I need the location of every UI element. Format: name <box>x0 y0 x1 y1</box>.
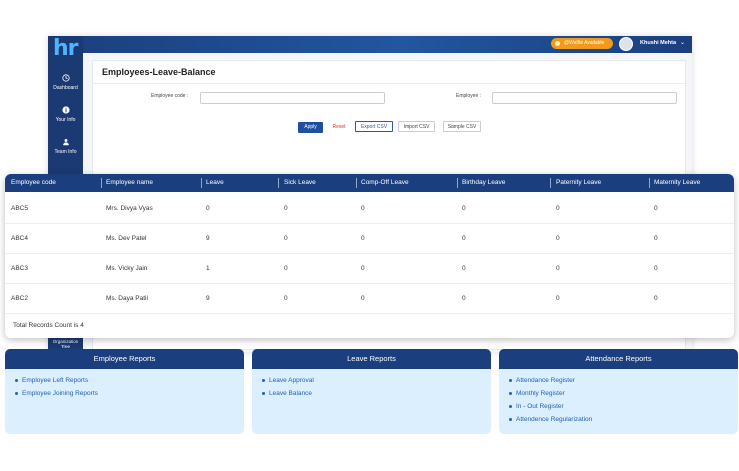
column-header-leave[interactable]: Leave <box>206 174 224 192</box>
table-row: ABC5 Mrs. Divya Vyas 0 0 0 0 0 0 <box>5 194 734 224</box>
employee-label: Employee : <box>456 93 482 99</box>
cell-paternity-leave: 0 <box>556 205 560 212</box>
column-header-employee-name[interactable]: Employee name <box>106 174 153 192</box>
cell-leave: 0 <box>206 205 210 212</box>
panel-title: Leave Reports <box>252 349 491 369</box>
cell-employee-name: Ms. Dev Patel <box>106 235 147 242</box>
cell-birthday-leave: 0 <box>462 265 466 272</box>
cell-comp-off-leave: 0 <box>361 295 365 302</box>
sample-csv-button[interactable]: Sample CSV <box>443 121 481 132</box>
sidebar-item-team-info[interactable]: Team Info <box>48 138 83 155</box>
cell-maternity-leave: 0 <box>654 295 658 302</box>
report-link-in-out-register[interactable]: In - Out Register <box>509 403 564 410</box>
column-header-paternity-leave[interactable]: Paternity Leave <box>556 174 601 192</box>
employee-select[interactable] <box>492 92 677 104</box>
avatar[interactable] <box>619 37 633 51</box>
leave-reports-panel: Leave Reports Leave Approval Leave Balan… <box>252 349 491 434</box>
clock-icon <box>61 74 70 82</box>
cell-employee-name: Ms. Vicky Jain <box>106 265 148 272</box>
cell-sick-leave: 0 <box>284 265 288 272</box>
cell-sick-leave: 0 <box>284 295 288 302</box>
cell-comp-off-leave: 0 <box>361 205 365 212</box>
chevron-down-icon[interactable]: ⌄ <box>680 39 685 46</box>
user-name[interactable]: Khushi Mehta <box>640 40 676 46</box>
cell-employee-name: Ms. Daya Patil <box>106 295 148 302</box>
total-records-count: Total Records Count is 4 <box>13 322 84 329</box>
divider <box>93 83 687 84</box>
column-header-maternity-leave[interactable]: Maternity Leave <box>654 174 700 192</box>
apply-button[interactable]: Apply <box>298 122 323 133</box>
column-header-sick-leave[interactable]: Sick Leave <box>284 174 316 192</box>
cell-birthday-leave: 0 <box>462 205 466 212</box>
cell-employee-code: ABC3 <box>11 265 28 272</box>
report-link-employee-left[interactable]: Employee Left Reports <box>14 377 88 384</box>
employee-code-input[interactable] <box>200 92 385 104</box>
panel-title: Employee Reports <box>5 349 244 369</box>
employee-code-label: Employee code : <box>151 93 189 99</box>
report-link-employee-joining[interactable]: Employee Joining Reports <box>15 390 98 397</box>
cell-leave: 9 <box>206 235 210 242</box>
cell-maternity-leave: 0 <box>654 205 658 212</box>
panel-title: Attendance Reports <box>499 349 738 369</box>
sidebar-item-label: Your Info <box>55 117 76 123</box>
report-link-leave-approval[interactable]: Leave Approval <box>262 377 314 384</box>
reset-button[interactable]: Reset <box>327 122 351 133</box>
cell-employee-name: Mrs. Divya Vyas <box>106 205 153 212</box>
waffle-badge[interactable]: @Waffle Available <box>551 38 613 49</box>
team-icon <box>62 138 69 146</box>
cell-sick-leave: 0 <box>284 205 288 212</box>
column-header-employee-code[interactable]: Employee code <box>11 174 56 192</box>
coin-icon <box>555 41 560 46</box>
sidebar-item-label: Dashboard <box>53 85 78 91</box>
import-csv-button[interactable]: Import CSV <box>398 121 435 132</box>
table-row: ABC2 Ms. Daya Patil 9 0 0 0 0 0 <box>5 284 734 314</box>
employee-reports-panel: Employee Reports Employee Left Reports E… <box>5 349 244 434</box>
cell-birthday-leave: 0 <box>462 235 466 242</box>
app-logo: hr <box>53 36 78 61</box>
attendance-reports-panel: Attendance Reports Attendance Register M… <box>499 349 738 434</box>
info-icon <box>61 106 70 114</box>
cell-employee-code: ABC5 <box>11 205 28 212</box>
cell-maternity-leave: 0 <box>654 265 658 272</box>
table-header: Employee code Employee name Leave Sick L… <box>5 174 734 192</box>
cell-leave: 9 <box>206 295 210 302</box>
cell-sick-leave: 0 <box>284 235 288 242</box>
cell-maternity-leave: 0 <box>654 235 658 242</box>
page-title: Employees-Leave-Balance <box>102 67 216 77</box>
table-row: ABC3 Ms. Vicky Jain 1 0 0 0 0 0 <box>5 254 734 284</box>
sidebar-item-label: Team Info <box>54 149 77 155</box>
cell-paternity-leave: 0 <box>556 235 560 242</box>
column-header-birthday-leave[interactable]: Birthday Leave <box>462 174 505 192</box>
cell-employee-code: ABC4 <box>11 235 28 242</box>
cell-birthday-leave: 0 <box>462 295 466 302</box>
sidebar-item-dashboard[interactable]: Dashboard <box>48 74 83 91</box>
report-link-attendance-regularization[interactable]: Attendence Regularization <box>508 416 592 423</box>
cell-comp-off-leave: 0 <box>361 235 365 242</box>
table-row: ABC4 Ms. Dev Patel 9 0 0 0 0 0 <box>5 224 734 254</box>
sidebar-item-label: Organization Tree <box>52 339 79 349</box>
cell-paternity-leave: 0 <box>556 265 560 272</box>
cell-comp-off-leave: 0 <box>361 265 365 272</box>
sidebar-item-your-info[interactable]: Your Info <box>48 106 83 123</box>
export-csv-button[interactable]: Export CSV <box>355 121 393 132</box>
cell-paternity-leave: 0 <box>556 295 560 302</box>
report-link-attendance-register[interactable]: Attendance Register <box>509 377 575 384</box>
report-link-monthly-register[interactable]: Monthly Register <box>509 390 565 397</box>
waffle-label: @Waffle Available <box>564 40 605 46</box>
column-header-comp-off-leave[interactable]: Comp-Off Leave <box>361 174 409 192</box>
cell-leave: 1 <box>206 265 210 272</box>
leave-balance-table: Employee code Employee name Leave Sick L… <box>5 174 734 338</box>
cell-employee-code: ABC2 <box>11 295 28 302</box>
report-link-leave-balance[interactable]: Leave Balance <box>261 390 312 397</box>
